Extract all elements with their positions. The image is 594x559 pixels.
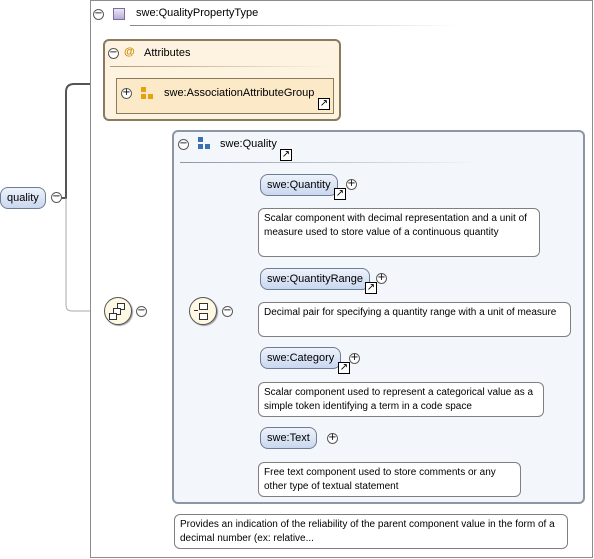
category-doc-text: Scalar component used to represent a cat…: [264, 387, 534, 412]
expand-text-button[interactable]: +: [327, 433, 338, 444]
root-element-quality[interactable]: quality: [0, 187, 46, 209]
quality-group-reference-icon: ↗: [280, 149, 292, 161]
expand-quantity-button[interactable]: +: [346, 179, 357, 190]
quantity-doc-text: Scalar component with decimal representa…: [264, 213, 527, 238]
expand-category-button[interactable]: +: [349, 353, 360, 364]
complex-type-icon: [113, 8, 125, 20]
collapse-attributes-button[interactable]: −: [108, 48, 119, 59]
attribute-group-icon: [141, 87, 153, 100]
category-reference-icon: ↗: [338, 362, 350, 374]
text-documentation: Free text component used to store commen…: [258, 462, 521, 497]
root-element-label: quality: [7, 192, 39, 204]
expand-quantity-range-button[interactable]: +: [376, 273, 387, 284]
element-swe-quantity[interactable]: swe:Quantity: [260, 174, 338, 196]
element-label: swe:Text: [267, 432, 310, 444]
collapse-choice-button[interactable]: −: [222, 306, 233, 317]
text-doc-text: Free text component used to store commen…: [264, 467, 496, 492]
sequence-compositor-icon[interactable]: [104, 297, 132, 325]
collapse-sequence-button[interactable]: −: [136, 306, 147, 317]
collapse-quality-group-button[interactable]: −: [178, 139, 189, 150]
quantity-range-doc-text: Decimal pair for specifying a quantity r…: [264, 307, 557, 318]
quality-doc-text: Provides an indication of the reliabilit…: [180, 519, 555, 544]
quality-documentation: Provides an indication of the reliabilit…: [174, 514, 568, 549]
expand-attribute-group-button[interactable]: +: [121, 88, 132, 99]
type-title-underline: [130, 25, 460, 26]
quantity-documentation: Scalar component with decimal representa…: [258, 208, 540, 257]
attribute-at-icon: @: [124, 46, 135, 58]
quality-group-title: swe:Quality: [220, 138, 277, 150]
choice-compositor-icon[interactable]: [189, 297, 217, 325]
element-label: swe:Quantity: [267, 179, 331, 191]
element-swe-quantity-range[interactable]: swe:QuantityRange: [260, 268, 370, 290]
quantity-range-reference-icon: ↗: [365, 282, 377, 294]
element-swe-category[interactable]: swe:Category: [260, 347, 342, 369]
model-group-icon: [198, 137, 210, 150]
element-swe-text[interactable]: swe:Text: [260, 427, 317, 449]
quantity-reference-icon: ↗: [334, 188, 346, 200]
type-title: swe:QualityPropertyType: [136, 7, 259, 19]
quality-group-underline: [180, 162, 480, 163]
attributes-title-underline: [110, 66, 330, 67]
quantity-range-documentation: Decimal pair for specifying a quantity r…: [258, 302, 571, 337]
element-label: swe:QuantityRange: [267, 273, 363, 285]
attribute-group-reference-icon: ↗: [318, 98, 330, 110]
collapse-type-button[interactable]: −: [93, 9, 104, 20]
category-documentation: Scalar component used to represent a cat…: [258, 382, 544, 417]
attribute-group-label: swe:AssociationAttributeGroup: [164, 87, 315, 99]
attributes-title: Attributes: [144, 47, 191, 59]
element-label: swe:Category: [267, 352, 335, 364]
collapse-root-button[interactable]: −: [51, 192, 62, 203]
